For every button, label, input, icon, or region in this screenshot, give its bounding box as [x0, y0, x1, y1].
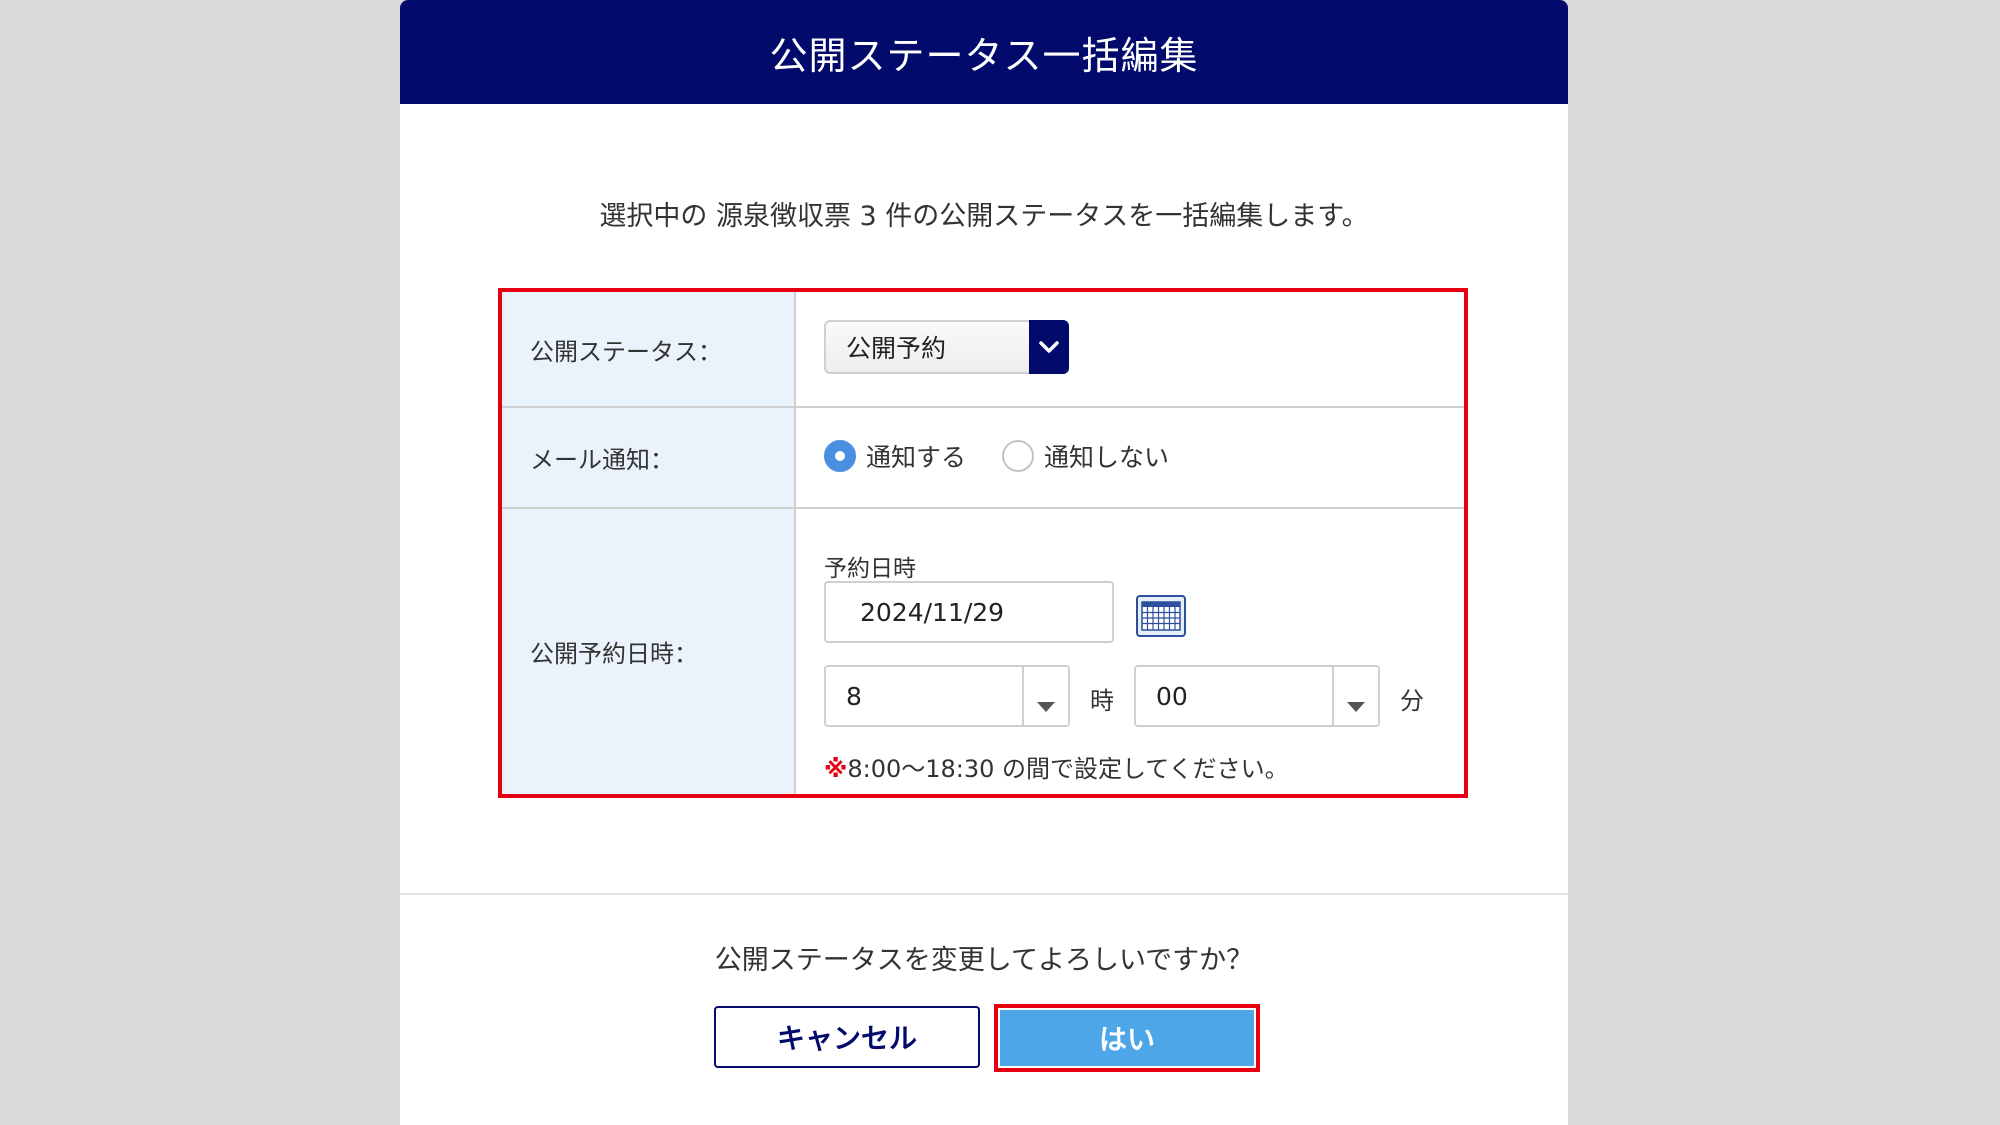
hour-select[interactable]: 8 [824, 665, 1070, 727]
note-text: 8:00～18:30 の間で設定してください。 [847, 755, 1289, 783]
hour-unit: 時 [1090, 687, 1114, 715]
status-selected-value: 公開予約 [846, 334, 947, 363]
confirm-message: 公開ステータスを変更してよろしいですか？ [714, 945, 1254, 976]
schedule-row: 公開予約日時： 予約日時 2024/11/29 8 時 00 分 ※8:00～1… [502, 509, 1464, 794]
caret-down-icon[interactable] [1036, 690, 1056, 719]
status-row: 公開ステータス： 公開予約 [502, 292, 1464, 408]
status-select[interactable]: 公開予約 [824, 320, 1069, 374]
caret-down-icon[interactable] [1346, 690, 1366, 719]
radio-no-notify-label: 通知しない [1044, 443, 1170, 472]
minute-select[interactable]: 00 [1134, 665, 1380, 727]
date-value: 2024/11/29 [860, 597, 1005, 627]
note-mark: ※ [824, 755, 848, 783]
radio-no-notify[interactable]: 通知しない [1002, 438, 1169, 474]
cancel-button[interactable]: キャンセル [714, 1006, 980, 1068]
minute-value: 00 [1156, 681, 1188, 711]
settings-form: 公開ステータス： 公開予約 メール通知： 通知する 通知しない 公開予約日時： … [498, 288, 1468, 798]
mail-label: メール通知： [502, 408, 796, 507]
schedule-caption: 予約日時 [824, 556, 916, 582]
chevron-down-icon[interactable] [1029, 320, 1069, 374]
minute-unit: 分 [1400, 687, 1424, 715]
footer-divider [400, 893, 1568, 895]
date-input[interactable]: 2024/11/29 [824, 581, 1114, 643]
schedule-label: 公開予約日時： [502, 509, 796, 794]
mail-row: メール通知： 通知する 通知しない [502, 408, 1464, 509]
dialog-description: 選択中の 源泉徴収票 3 件の公開ステータスを一括編集します。 [599, 201, 1369, 232]
radio-notify-label: 通知する [866, 443, 967, 472]
mail-radio-group: 通知する 通知しない [824, 438, 1205, 474]
radio-unchecked-icon[interactable] [1002, 440, 1035, 472]
bulk-edit-dialog: 公開ステータス一括編集 選択中の 源泉徴収票 3 件の公開ステータスを一括編集し… [400, 0, 1568, 1125]
status-label: 公開ステータス： [502, 292, 796, 406]
time-range-note: ※8:00～18:30 の間で設定してください。 [824, 749, 1289, 784]
hour-value: 8 [846, 681, 862, 711]
yes-button[interactable]: はい [1000, 1010, 1254, 1066]
radio-checked-icon[interactable] [824, 440, 856, 472]
radio-notify[interactable]: 通知する [824, 438, 966, 474]
dialog-title: 公開ステータス一括編集 [769, 33, 1199, 78]
dialog-header: 公開ステータス一括編集 [400, 0, 1568, 104]
calendar-icon[interactable] [1136, 595, 1186, 637]
